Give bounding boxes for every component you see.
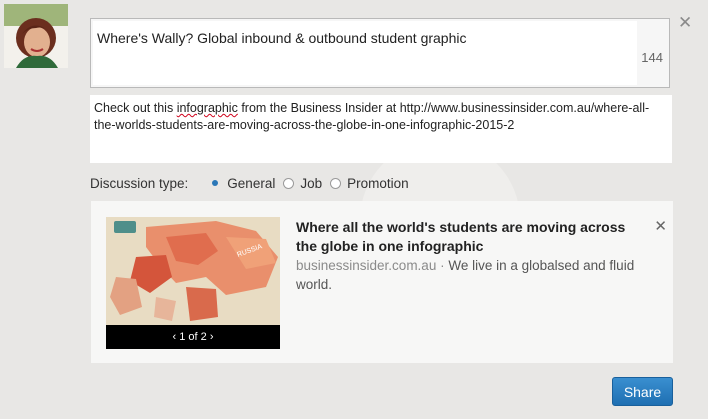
message-field[interactable]: Check out this infographic from the Busi…	[90, 95, 672, 163]
radio-general[interactable]	[210, 178, 221, 189]
option-job-label[interactable]: Job	[300, 176, 322, 191]
link-preview-card: RUSSIA ‹ 1 of 2 › ✕ Where all the world'…	[91, 201, 673, 363]
option-general-label[interactable]: General	[227, 176, 275, 191]
discussion-type-selector: Discussion type: General Job Promotion	[90, 176, 417, 191]
radio-promotion[interactable]	[330, 178, 342, 189]
close-icon[interactable]: ✕	[678, 14, 692, 31]
character-counter: 144	[641, 50, 663, 65]
avatar	[4, 4, 68, 68]
title-field[interactable]: Where's Wally? Global inbound & outbound…	[90, 18, 670, 88]
discussion-type-label: Discussion type:	[90, 176, 189, 191]
misspelled-word: infographic	[176, 101, 238, 115]
remove-preview-icon[interactable]: ✕	[654, 217, 667, 235]
title-text: Where's Wally? Global inbound & outbound…	[97, 30, 467, 46]
preview-title: Where all the world's students are movin…	[296, 219, 626, 254]
preview-domain: businessinsider.com.au	[296, 258, 437, 273]
preview-description: businessinsider.com.au · We live in a gl…	[296, 258, 635, 292]
option-promotion-label[interactable]: Promotion	[347, 176, 409, 191]
chevron-right-icon[interactable]: ›	[207, 331, 214, 343]
radio-job[interactable]	[283, 178, 295, 189]
image-pager: ‹ 1 of 2 ›	[106, 325, 280, 349]
share-button[interactable]: Share	[612, 377, 673, 406]
message-text: Check out this infographic from the Busi…	[94, 101, 650, 132]
pager-text: 1 of 2	[179, 331, 207, 343]
preview-thumbnail: RUSSIA ‹ 1 of 2 ›	[106, 217, 280, 349]
